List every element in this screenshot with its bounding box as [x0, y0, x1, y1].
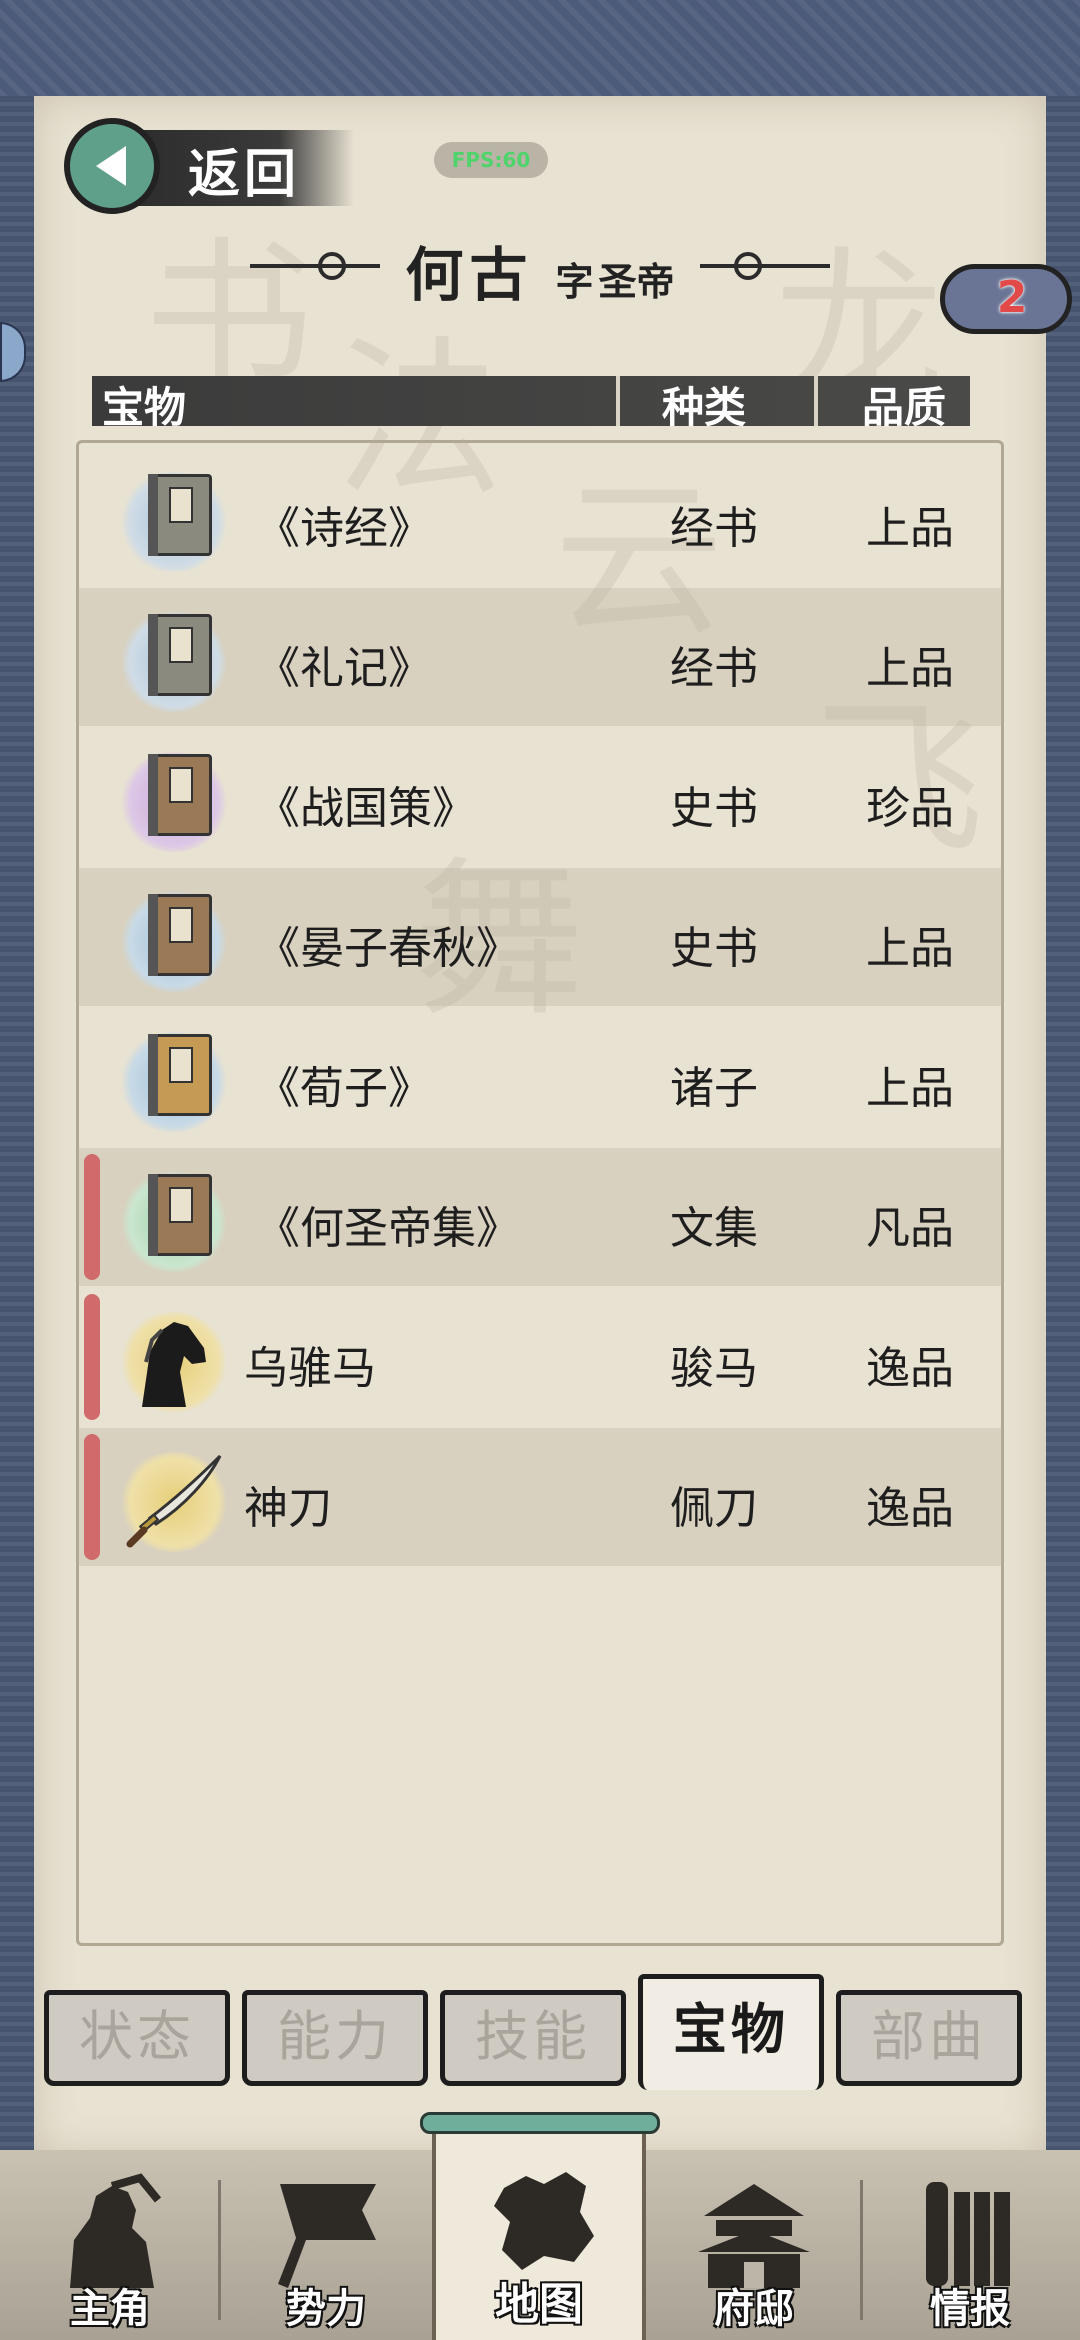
new-item-marker	[84, 1434, 100, 1560]
column-header-quality: 品质	[862, 383, 947, 432]
item-quality: 逸品	[866, 1483, 954, 1534]
courtesy-name: 圣帝	[598, 259, 675, 304]
nav-label: 情报	[930, 2285, 1010, 2332]
item-quality: 上品	[866, 1063, 954, 1114]
back-button[interactable]: 返回	[64, 118, 364, 218]
nav-label: 主角	[70, 2285, 150, 2332]
left-frame	[0, 96, 34, 2156]
item-type: 佩刀	[670, 1483, 758, 1534]
table-row[interactable]: 《诗经》 经书 上品	[78, 448, 1002, 586]
table-row[interactable]: 《礼记》 经书 上品	[78, 588, 1002, 726]
right-frame	[1046, 96, 1080, 2156]
item-name: 《战国策》	[256, 783, 476, 834]
book-icon	[148, 474, 212, 556]
tab-troops[interactable]: 部曲	[836, 1990, 1022, 2086]
top-frame	[0, 0, 1080, 100]
title-knot-icon	[318, 252, 346, 280]
warrior-icon	[70, 2173, 162, 2288]
book-icon	[148, 894, 212, 976]
back-button-label: 返回	[188, 144, 301, 205]
nav-label: 府邸	[714, 2285, 794, 2332]
item-quality: 上品	[866, 643, 954, 694]
book-icon	[148, 1034, 212, 1116]
item-quality: 上品	[866, 503, 954, 554]
title-ornament-left	[250, 264, 380, 268]
nav-protagonist[interactable]: 主角	[10, 2150, 210, 2340]
flag-icon	[278, 2184, 376, 2288]
book-icon	[148, 614, 212, 696]
tab-skills[interactable]: 技能	[440, 1990, 626, 2086]
item-type: 史书	[670, 783, 758, 834]
nav-label: 势力	[286, 2285, 366, 2332]
new-item-marker	[84, 1294, 100, 1420]
nav-intel[interactable]: 情报	[870, 2150, 1070, 2340]
item-quality: 上品	[866, 923, 954, 974]
horse-icon	[142, 1322, 206, 1407]
item-name: 《礼记》	[256, 643, 432, 694]
sword-icon	[126, 1454, 222, 1548]
nav-divider	[860, 2180, 863, 2320]
tab-status[interactable]: 状态	[44, 1990, 230, 2086]
map-tab-scroll-ornament	[420, 2112, 660, 2134]
tab-ability[interactable]: 能力	[242, 1990, 428, 2086]
nav-mansion[interactable]: 府邸	[654, 2150, 854, 2340]
nav-map[interactable]: 地图	[432, 2118, 646, 2340]
item-type: 经书	[670, 503, 758, 554]
column-divider	[814, 376, 818, 426]
column-header-type: 种类	[662, 383, 747, 432]
item-type: 史书	[670, 923, 758, 974]
map-icon	[494, 2172, 594, 2270]
nav-label: 地图	[495, 2279, 583, 2330]
column-header-item: 宝物	[102, 383, 187, 432]
item-name: 《诗经》	[256, 503, 432, 554]
table-row[interactable]: 《晏子春秋》 史书 上品	[78, 868, 1002, 1006]
table-header: 宝物 种类 品质	[92, 376, 970, 432]
tab-treasure[interactable]: 宝物	[638, 1974, 824, 2090]
item-name: 《荀子》	[256, 1063, 432, 1114]
item-type: 诸子	[670, 1063, 758, 1114]
item-type: 骏马	[670, 1343, 758, 1394]
item-type: 经书	[670, 643, 758, 694]
table-row[interactable]: 《战国策》 史书 珍品	[78, 728, 1002, 866]
nav-faction[interactable]: 势力	[226, 2150, 426, 2340]
courtesy-name-label: 字	[555, 259, 594, 304]
item-name: 乌骓马	[244, 1343, 376, 1394]
notification-badge[interactable]: 2	[940, 258, 1080, 338]
table-row[interactable]: 《何圣帝集》 文集 凡品	[78, 1148, 1002, 1286]
title-ornament-right	[700, 264, 830, 268]
title-knot-icon	[734, 252, 762, 280]
item-quality: 凡品	[866, 1203, 954, 1254]
fps-indicator: FPS:60	[434, 142, 548, 178]
book-icon	[148, 754, 212, 836]
table-row[interactable]: 神刀 佩刀 逸品	[78, 1428, 1002, 1566]
column-divider	[616, 376, 620, 426]
scroll-icon	[926, 2182, 1010, 2286]
item-name: 《晏子春秋》	[256, 923, 520, 974]
mansion-icon	[698, 2184, 810, 2288]
item-type: 文集	[670, 1203, 758, 1254]
new-item-marker	[84, 1154, 100, 1280]
character-title: 何古字 圣帝	[0, 228, 1080, 309]
back-arrow-icon	[64, 118, 160, 214]
nav-divider	[218, 2180, 221, 2320]
book-icon	[148, 1174, 212, 1256]
table-row[interactable]: 《荀子》 诸子 上品	[78, 1008, 1002, 1146]
item-quality: 珍品	[866, 783, 954, 834]
character-name: 何古	[405, 241, 534, 309]
detail-tabs: 状态 能力 技能 宝物 部曲	[44, 1974, 1036, 2090]
item-quality: 逸品	[866, 1343, 954, 1394]
badge-count: 2	[996, 272, 1028, 323]
item-name: 《何圣帝集》	[256, 1203, 520, 1254]
table-row[interactable]: 乌骓马 骏马 逸品	[78, 1288, 1002, 1426]
item-name: 神刀	[244, 1483, 332, 1534]
